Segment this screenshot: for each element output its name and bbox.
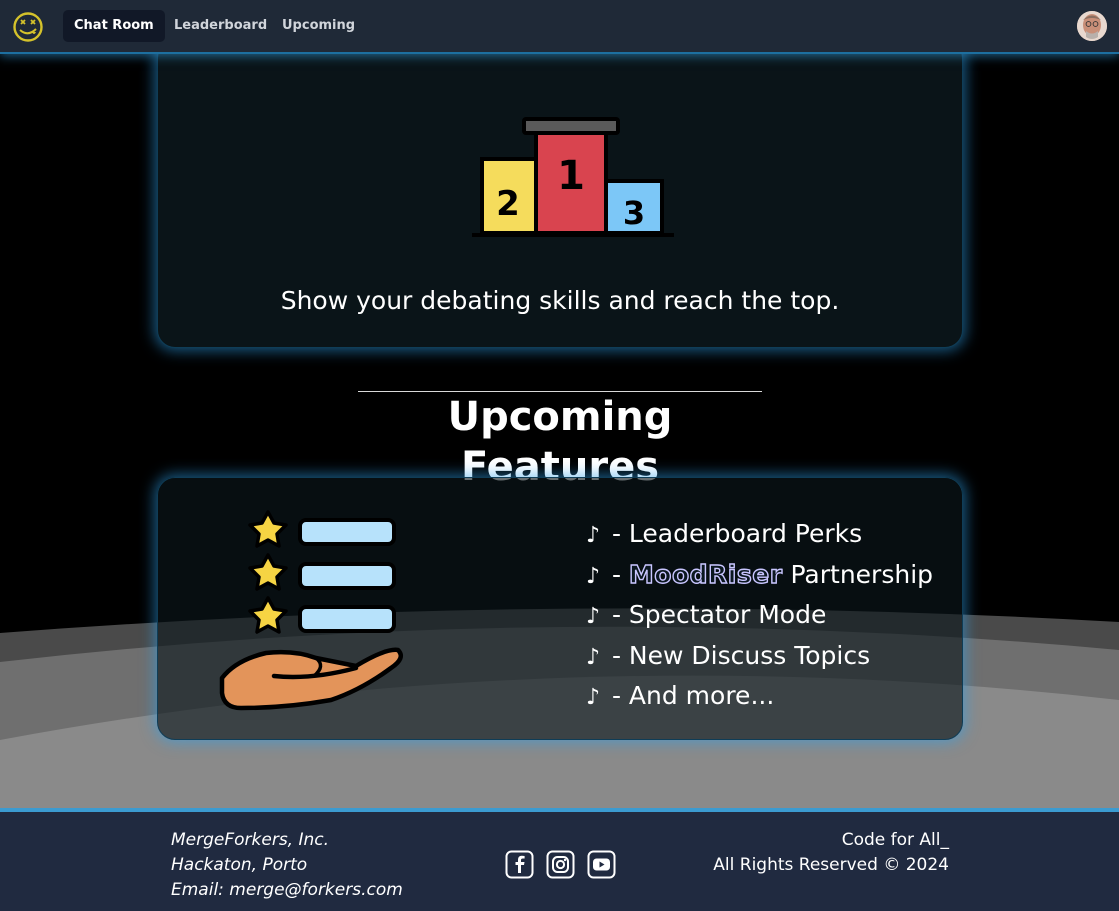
social-links bbox=[505, 850, 623, 880]
upcoming-features-heading: Upcoming Features bbox=[358, 391, 762, 490]
youtube-icon[interactable] bbox=[587, 850, 616, 879]
smiley-logo-icon[interactable] bbox=[12, 11, 44, 43]
moodriser-brand-name: MoodRiser bbox=[628, 559, 783, 589]
music-note-icon: ♪ bbox=[586, 604, 601, 629]
feature-item: ♪ - And more... bbox=[586, 676, 933, 717]
feature-separator: - bbox=[604, 640, 629, 670]
podium-icon: 1 2 3 bbox=[472, 117, 674, 237]
hand-holding-rated-list-icon bbox=[219, 510, 404, 711]
podium-third-label: 3 bbox=[623, 194, 645, 232]
upcoming-features-list: ♪ - Leaderboard Perks ♪ - MoodRiser Part… bbox=[586, 514, 933, 717]
feature-item: ♪ - Leaderboard Perks bbox=[586, 514, 933, 555]
user-avatar-icon bbox=[1077, 11, 1107, 41]
page-footer: MergeForkers, Inc. Hackaton, Porto Email… bbox=[0, 808, 1119, 911]
leaderboard-promo-card: 1 2 3 Show your debating skills and reac… bbox=[157, 40, 963, 348]
music-note-icon: ♪ bbox=[586, 685, 601, 710]
nav-upcoming[interactable]: Upcoming bbox=[271, 10, 366, 42]
facebook-icon[interactable] bbox=[505, 850, 534, 879]
music-note-icon: ♪ bbox=[586, 523, 601, 548]
music-note-icon: ♪ bbox=[586, 563, 601, 589]
music-note-icon: ♪ bbox=[586, 644, 601, 670]
instagram-icon[interactable] bbox=[546, 850, 575, 879]
footer-tagline: Code for All_ bbox=[841, 830, 949, 850]
feature-separator: - bbox=[604, 559, 629, 589]
nav-chat-room[interactable]: Chat Room bbox=[63, 10, 165, 42]
podium-second-label: 2 bbox=[496, 184, 520, 224]
feature-text: And more... bbox=[628, 681, 775, 710]
feature-text: Leaderboard Perks bbox=[628, 519, 863, 548]
feature-separator: - bbox=[604, 600, 629, 629]
feature-text: Partnership bbox=[782, 559, 934, 589]
feature-item: ♪ - MoodRiser Partnership bbox=[586, 555, 933, 596]
feature-item: ♪ - Spectator Mode bbox=[586, 595, 933, 636]
user-avatar[interactable] bbox=[1077, 11, 1107, 41]
contact-email[interactable]: Email: merge@forkers.com bbox=[171, 878, 403, 903]
feature-item: ♪ - New Discuss Topics bbox=[586, 636, 933, 677]
feature-text: New Discuss Topics bbox=[628, 640, 871, 670]
feature-separator: - bbox=[604, 519, 629, 548]
nav-leaderboard[interactable]: Leaderboard bbox=[163, 10, 278, 42]
company-name: MergeForkers, Inc. bbox=[171, 830, 330, 850]
company-location: Hackaton, Porto bbox=[171, 855, 308, 875]
feature-separator: - bbox=[604, 681, 629, 710]
top-navbar: Chat Room Leaderboard Upcoming bbox=[0, 0, 1119, 54]
copyright-text: All Rights Reserved © 2024 bbox=[713, 855, 949, 875]
upcoming-features-card: ♪ - Leaderboard Perks ♪ - MoodRiser Part… bbox=[157, 477, 963, 740]
feature-text: Spectator Mode bbox=[628, 600, 827, 629]
footer-rights: Code for All_ All Rights Reserved © 2024 bbox=[713, 828, 949, 878]
podium-first-label: 1 bbox=[557, 153, 585, 199]
footer-contact: MergeForkers, Inc. Hackaton, Porto Email… bbox=[171, 828, 403, 903]
promo-caption: Show your debating skills and reach the … bbox=[280, 286, 840, 315]
